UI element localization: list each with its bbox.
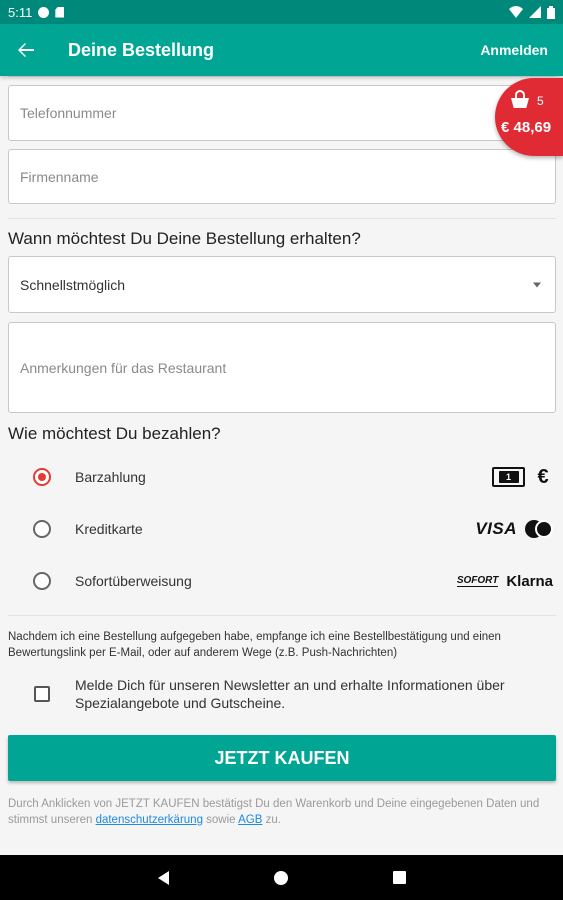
delivery-time-title: Wann möchtest Du Deine Bestellung erhalt… xyxy=(8,229,361,248)
payment-option-credit-card[interactable]: Kreditkarte VISA xyxy=(0,509,563,549)
payment-label: Barzahlung xyxy=(75,469,146,485)
delivery-time-value: Schnellstmöglich xyxy=(20,276,126,293)
app-bar: Deine Bestellung Anmelden xyxy=(0,24,563,76)
payment-option-sofort[interactable]: Sofortüberweisung SOFORT Klarna xyxy=(0,561,563,601)
login-button[interactable]: Anmelden xyxy=(480,42,548,58)
sofort-logo: SOFORT xyxy=(456,575,499,587)
back-button[interactable] xyxy=(0,24,52,76)
delivery-time-select[interactable]: Schnellstmöglich xyxy=(8,256,556,313)
nav-home-icon[interactable] xyxy=(273,870,288,885)
newsletter-checkbox[interactable] xyxy=(34,686,50,702)
basket-icon xyxy=(511,90,529,108)
phone-field[interactable]: Telefonnummer xyxy=(8,85,556,141)
system-nav-bar xyxy=(0,855,563,900)
payment-title: Wie möchtest Du bezahlen? xyxy=(8,424,221,443)
cash-icon: 1 xyxy=(492,467,525,487)
page-title: Deine Bestellung xyxy=(68,39,215,60)
mastercard-icon xyxy=(525,520,553,538)
phone-placeholder: Telefonnummer xyxy=(20,105,117,121)
sd-card-icon xyxy=(55,6,65,18)
company-placeholder: Firmenname xyxy=(20,168,99,185)
nav-recent-apps-icon[interactable] xyxy=(392,871,406,884)
order-form: Telefonnummer Firmenname Wann möchtest D… xyxy=(0,76,563,855)
privacy-policy-link[interactable]: datenschutzerkärung xyxy=(96,814,203,826)
radio-cash[interactable] xyxy=(33,468,51,486)
notes-placeholder: Anmerkungen für das Restaurant xyxy=(20,359,227,376)
order-confirmation-notice: Nachdem ich eine Bestellung aufgegeben h… xyxy=(8,631,501,659)
dropdown-arrow-icon xyxy=(533,282,541,287)
newsletter-label[interactable]: Melde Dich für unseren Newsletter an und… xyxy=(75,676,545,712)
klarna-logo: Klarna xyxy=(506,572,553,590)
divider xyxy=(8,615,556,616)
cart-count: 5 xyxy=(537,94,544,108)
visa-logo: VISA xyxy=(475,519,517,538)
notification-icon xyxy=(38,6,50,18)
restaurant-notes-field[interactable]: Anmerkungen für das Restaurant xyxy=(8,322,556,413)
payment-option-cash[interactable]: Barzahlung 1 € xyxy=(0,457,563,497)
radio-credit-card[interactable] xyxy=(33,520,51,538)
divider xyxy=(8,218,556,219)
euro-icon: € xyxy=(537,465,549,488)
terms-text: zu. xyxy=(262,814,281,826)
terms-notice: Durch Anklicken von JETZT KAUFEN bestäti… xyxy=(8,796,556,828)
status-bar: 5:11 xyxy=(0,0,563,24)
cart-total: € 48,69 xyxy=(501,119,552,136)
buy-now-button[interactable]: JETZT KAUFEN xyxy=(8,735,556,781)
agb-link[interactable]: AGB xyxy=(238,814,262,826)
payment-label: Sofortüberweisung xyxy=(75,573,192,589)
radio-sofort[interactable] xyxy=(33,572,51,590)
nav-back-icon[interactable] xyxy=(157,870,169,885)
cart-badge[interactable]: 5 € 48,69 xyxy=(495,78,563,156)
status-time: 5:11 xyxy=(8,4,33,20)
company-field[interactable]: Firmenname xyxy=(8,149,556,204)
arrow-left-icon xyxy=(18,43,34,57)
wifi-icon xyxy=(509,6,523,18)
terms-text: sowie xyxy=(202,814,239,826)
signal-icon xyxy=(529,6,541,18)
divider xyxy=(8,76,556,77)
payment-label: Kreditkarte xyxy=(75,521,143,537)
battery-icon xyxy=(547,5,555,19)
